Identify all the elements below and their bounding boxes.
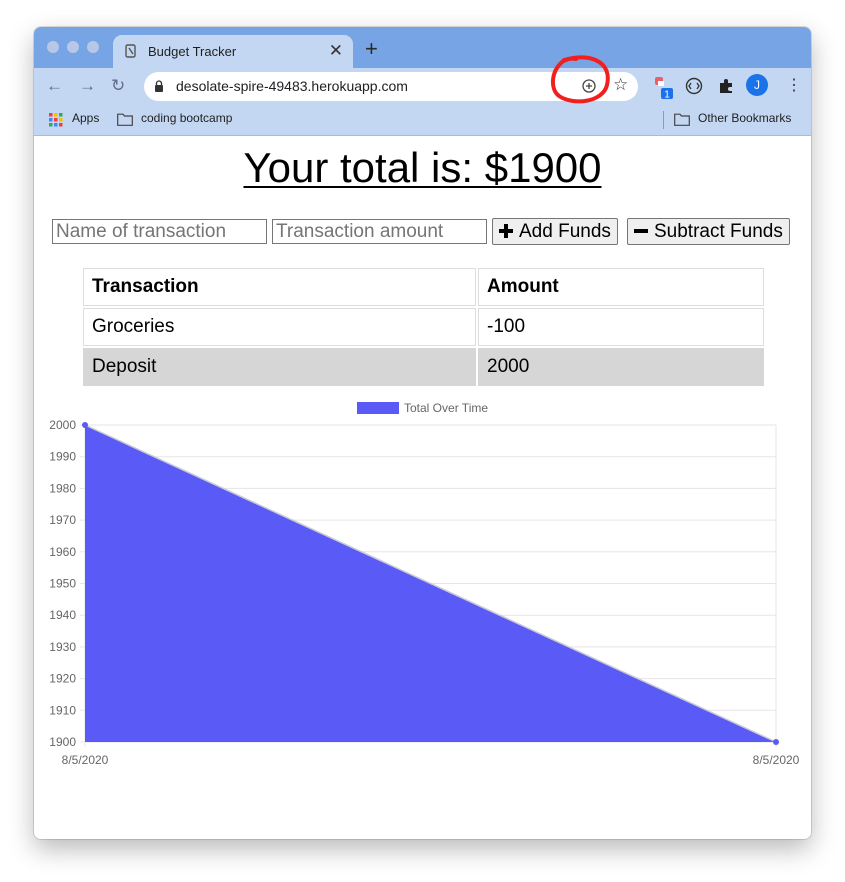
data-point bbox=[82, 422, 88, 428]
y-tick-label: 1960 bbox=[49, 545, 76, 559]
extension-badge-count: 1 bbox=[664, 90, 670, 101]
minus-icon bbox=[634, 229, 648, 233]
x-tick-label: 8/5/2020 bbox=[753, 753, 800, 767]
close-window-button[interactable] bbox=[47, 41, 59, 53]
add-funds-label: Add Funds bbox=[519, 221, 611, 242]
tab-budget-tracker[interactable]: Budget Tracker ✕ bbox=[113, 35, 353, 68]
extension-badge-icon[interactable]: 1 bbox=[652, 74, 674, 102]
maximize-window-button[interactable] bbox=[87, 41, 99, 53]
total-over-time-chart: 2000 1990 1980 1970 1960 1950 1940 1930 1920 1910… bbox=[49, 401, 800, 767]
y-tick-label: 1980 bbox=[49, 481, 76, 495]
table-row: Deposit 2000 bbox=[83, 348, 764, 386]
y-tick-label: 1920 bbox=[49, 672, 76, 686]
browser-window: Budget Tracker ✕ + ← → ↻ desolate-spire-… bbox=[34, 27, 811, 839]
column-header-amount: Amount bbox=[478, 268, 764, 306]
bookmark-coding-bootcamp[interactable]: coding bootcamp bbox=[141, 111, 232, 125]
folder-icon bbox=[117, 113, 133, 126]
back-arrow-icon[interactable]: ← bbox=[46, 77, 63, 95]
total-text: Your total is: $1900 bbox=[243, 144, 602, 191]
transaction-amount-cell: -100 bbox=[478, 308, 764, 346]
profile-avatar[interactable]: J bbox=[746, 74, 768, 96]
column-header-transaction: Transaction bbox=[83, 268, 476, 306]
page-favicon-icon bbox=[125, 44, 136, 58]
browser-toolbar: ← → ↻ desolate-spire-49483.herokuapp.com… bbox=[34, 55, 811, 105]
apps-grid-icon[interactable] bbox=[49, 113, 63, 127]
folder-icon bbox=[674, 113, 690, 126]
bookmarks-bar: Apps coding bootcamp Other Bookmarks bbox=[34, 105, 811, 136]
y-tick-label: 1910 bbox=[49, 703, 76, 717]
annotation-circle bbox=[551, 55, 610, 104]
y-tick-label: 1930 bbox=[49, 640, 76, 654]
bookmark-apps[interactable]: Apps bbox=[72, 111, 99, 125]
plus-icon bbox=[499, 224, 513, 238]
lock-icon bbox=[155, 80, 163, 92]
new-tab-icon[interactable]: + bbox=[365, 38, 378, 60]
y-tick-label: 1990 bbox=[49, 450, 76, 464]
transaction-name-cell: Deposit bbox=[83, 348, 476, 386]
y-tick-label: 2000 bbox=[49, 418, 76, 432]
profile-initial: J bbox=[754, 78, 760, 92]
transaction-amount-input[interactable] bbox=[272, 219, 487, 244]
page-content: Your total is: $1900 Add Funds Subtract … bbox=[34, 136, 811, 839]
forward-arrow-icon[interactable]: → bbox=[79, 77, 96, 95]
transaction-name-cell: Groceries bbox=[83, 308, 476, 346]
subtract-funds-label: Subtract Funds bbox=[654, 221, 783, 242]
minimize-window-button[interactable] bbox=[67, 41, 79, 53]
tab-title: Budget Tracker bbox=[148, 44, 237, 59]
tab-close-icon[interactable]: ✕ bbox=[329, 41, 343, 61]
bookmark-other[interactable]: Other Bookmarks bbox=[698, 111, 791, 125]
bookmarks-divider bbox=[663, 111, 664, 129]
url-text: desolate-spire-49483.herokuapp.com bbox=[176, 78, 408, 94]
devtools-extension-icon[interactable] bbox=[685, 77, 703, 95]
y-tick-label: 1940 bbox=[49, 608, 76, 622]
legend-label: Total Over Time bbox=[404, 401, 488, 415]
y-tick-label: 1950 bbox=[49, 577, 76, 591]
add-funds-button[interactable]: Add Funds bbox=[492, 218, 618, 245]
data-point bbox=[773, 739, 779, 745]
reload-icon[interactable]: ↻ bbox=[111, 77, 125, 95]
x-tick-label: 8/5/2020 bbox=[62, 753, 109, 767]
total-heading: Your total is: $1900 bbox=[34, 144, 811, 192]
y-tick-label: 1900 bbox=[49, 735, 76, 749]
tab-strip: Budget Tracker ✕ + bbox=[34, 27, 811, 68]
table-row: Groceries -100 bbox=[83, 308, 764, 346]
table-header-row: Transaction Amount bbox=[83, 268, 764, 306]
subtract-funds-button[interactable]: Subtract Funds bbox=[627, 218, 790, 245]
transactions-table: Transaction Amount Groceries -100 Deposi… bbox=[81, 266, 766, 388]
y-tick-label: 1970 bbox=[49, 513, 76, 527]
transaction-name-input[interactable] bbox=[52, 219, 267, 244]
browser-menu-icon[interactable]: ⋮ bbox=[786, 75, 802, 95]
puzzle-extensions-icon[interactable] bbox=[717, 77, 735, 95]
legend-swatch bbox=[357, 402, 399, 414]
transaction-amount-cell: 2000 bbox=[478, 348, 764, 386]
